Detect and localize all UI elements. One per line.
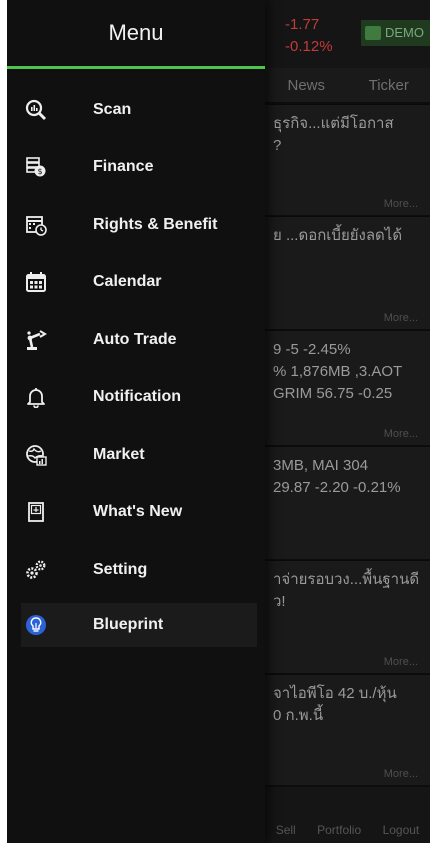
bell-icon (25, 386, 47, 409)
menu-item-label: Calendar (93, 273, 162, 291)
index-change: -1.77 -0.12% (285, 14, 333, 58)
more-link[interactable]: More... (384, 198, 418, 210)
finance-icon: $ (25, 156, 47, 178)
menu-item-calendar[interactable]: Calendar (7, 254, 265, 312)
demo-badge[interactable]: DEMO (361, 20, 430, 46)
menu-title: Menu (108, 20, 164, 45)
news-card[interactable]: 3MB, MAI 304 29.87 -2.20 -0.21% (265, 446, 430, 559)
rights-benefit-icon (25, 214, 47, 236)
menu-item-label: Scan (93, 100, 132, 118)
nav-sell[interactable]: Sell (276, 823, 296, 837)
menu-drawer: Menu Scan $ Finance Rights & Benefit Cal… (7, 0, 265, 843)
tab-news[interactable]: News (265, 77, 348, 94)
menu-item-label: Blueprint (93, 615, 164, 633)
menu-item-label: Auto Trade (93, 330, 177, 348)
news-card-text: 9 -5 -2.45% % 1,876MB ,3.AOT GRIM 56.75 … (273, 341, 403, 402)
menu-item-label: Finance (93, 158, 154, 176)
calendar-icon (25, 271, 47, 293)
menu-item-notification[interactable]: Notification (7, 369, 265, 427)
menu-item-label: Rights & Benefit (93, 215, 218, 233)
menu-item-auto-trade[interactable]: Auto Trade (7, 311, 265, 369)
menu-item-scan[interactable]: Scan (7, 81, 265, 139)
news-card-text: 3MB, MAI 304 29.87 -2.20 -0.21% (273, 457, 401, 496)
menu-item-rights-benefit[interactable]: Rights & Benefit (7, 196, 265, 254)
menu-item-label: Setting (93, 560, 148, 578)
scan-icon (25, 99, 47, 121)
svg-text:$: $ (37, 167, 42, 176)
menu-item-label: Market (93, 445, 145, 463)
more-link[interactable]: More... (384, 312, 418, 324)
change-percent: -0.12% (285, 38, 333, 55)
menu-item-whats-new[interactable]: What's New (7, 484, 265, 542)
menu-item-label: Notification (93, 388, 181, 406)
whats-new-icon (25, 501, 47, 523)
bottom-nav: Sell Portfolio Logout (265, 787, 430, 843)
gears-icon (25, 559, 47, 581)
more-link[interactable]: More... (384, 428, 418, 440)
demo-label: DEMO (385, 25, 424, 40)
brand-logo-icon (365, 26, 381, 40)
news-card-text: ย ...ดอกเบี้ยยังลดได้ (273, 227, 403, 244)
news-card-text: ธุรกิจ...แต่มีโอกาส ? (273, 115, 394, 154)
lightbulb-icon (25, 614, 47, 636)
menu-list: Scan $ Finance Rights & Benefit Calendar (7, 69, 265, 647)
menu-item-market[interactable]: Market (7, 426, 265, 484)
tab-ticker[interactable]: Ticker (348, 77, 431, 94)
nav-logout[interactable]: Logout (383, 823, 420, 837)
change-value: -1.77 (285, 16, 320, 33)
more-link[interactable]: More... (384, 656, 418, 668)
menu-item-finance[interactable]: $ Finance (7, 139, 265, 197)
drawer-header: Menu (7, 0, 265, 66)
news-card[interactable]: 9 -5 -2.45% % 1,876MB ,3.AOT GRIM 56.75 … (265, 330, 430, 445)
menu-item-label: What's New (93, 503, 183, 521)
nav-portfolio[interactable]: Portfolio (317, 823, 361, 837)
market-icon (25, 444, 47, 466)
menu-item-blueprint[interactable]: Blueprint (21, 602, 257, 647)
app-screen: -1.77 -0.12% DEMO News Ticker ธุรกิจ...แ… (7, 0, 430, 843)
robot-arm-icon (25, 329, 47, 351)
more-link[interactable]: More... (384, 768, 418, 780)
news-card[interactable]: าจ่ายรอบวง...พื้นฐานดี ว! More... (265, 560, 430, 673)
news-card-text: าจ่ายรอบวง...พื้นฐานดี ว! (273, 571, 420, 610)
news-tabs: News Ticker (265, 68, 430, 102)
news-card[interactable]: ย ...ดอกเบี้ยยังลดได้ More... (265, 216, 430, 329)
news-card[interactable]: จาไอพีโอ 42 บ./หุ้น 0 ก.พ.นี้ More... (265, 674, 430, 785)
news-card-text: จาไอพีโอ 42 บ./หุ้น 0 ก.พ.นี้ (273, 685, 397, 724)
news-card[interactable]: ธุรกิจ...แต่มีโอกาส ? More... (265, 104, 430, 215)
menu-item-setting[interactable]: Setting (7, 541, 265, 599)
